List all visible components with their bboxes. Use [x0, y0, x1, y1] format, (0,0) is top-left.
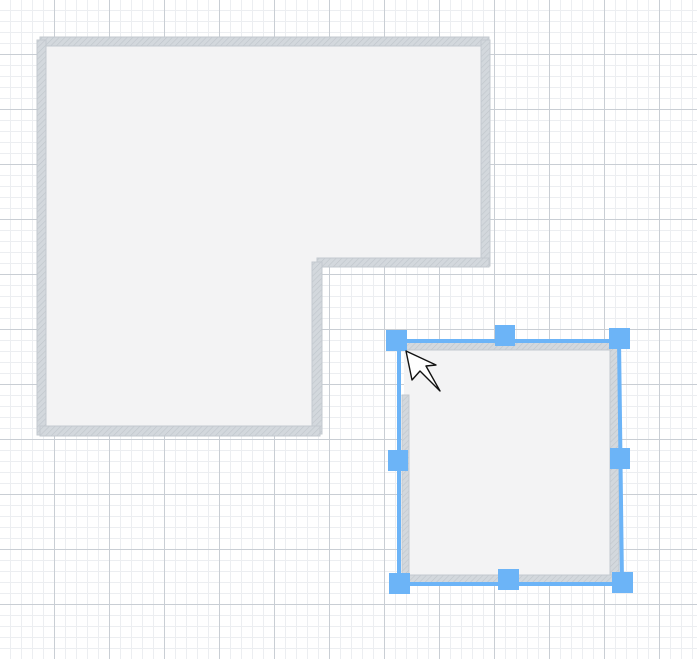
l-room-wall-right[interactable] — [480, 39, 491, 267]
resize-handle-bottom-center[interactable] — [498, 569, 519, 590]
l-room-wall-inner-vertical[interactable] — [311, 261, 323, 435]
floor-plan-drawing — [36, 36, 633, 594]
square-room-wall-left[interactable] — [401, 394, 410, 581]
l-room-wall-inner-horizontal[interactable] — [316, 257, 490, 268]
resize-handle-middle-right[interactable] — [610, 448, 630, 469]
resize-handle-top-left[interactable] — [386, 330, 407, 351]
resize-handle-bottom-right[interactable] — [612, 572, 633, 593]
resize-handle-middle-left[interactable] — [388, 450, 408, 471]
l-room-wall-bottom[interactable] — [39, 425, 321, 437]
square-room-floor[interactable] — [404, 344, 615, 580]
l-room-wall-top[interactable] — [39, 36, 490, 47]
resize-handle-top-center[interactable] — [495, 325, 515, 346]
l-room-wall-left[interactable] — [36, 39, 47, 436]
resize-handle-top-right[interactable] — [609, 328, 630, 349]
floor-plan-canvas[interactable] — [0, 0, 697, 659]
resize-handle-bottom-left[interactable] — [389, 573, 410, 594]
